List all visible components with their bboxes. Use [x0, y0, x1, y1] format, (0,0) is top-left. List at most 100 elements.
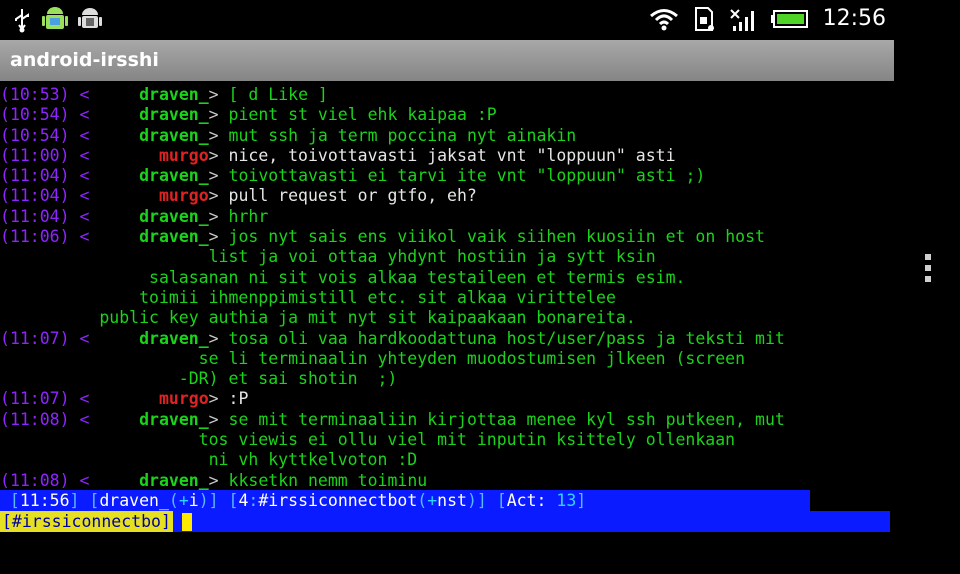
nick: draven_: [139, 105, 209, 125]
timestamp-open: (: [0, 328, 10, 348]
notification-icons: [12, 6, 102, 34]
nick-open: <: [69, 105, 110, 125]
nick-close: >: [208, 227, 229, 247]
chat-line: (10:54) < draven_> pient st viel ehk kai…: [0, 105, 894, 125]
nick-open: <: [69, 186, 110, 206]
nick-close: >: [208, 328, 229, 348]
chat-line: ni vh kyttkelvoton :D: [0, 450, 894, 470]
nick: draven_: [139, 85, 209, 104]
nick-pad: [109, 105, 139, 124]
chat-line: -DR) et sai shotin ;): [0, 369, 894, 389]
nick-pad: [109, 146, 159, 165]
nick-close: >: [208, 85, 229, 104]
timestamp: 10:54: [9, 105, 60, 125]
message-text: mut ssh ja term poccina nyt ainakin: [228, 125, 577, 145]
timestamp-close: ): [59, 186, 70, 206]
nick: murgo: [158, 389, 209, 409]
nick-close: >: [208, 409, 229, 429]
timestamp: 11:07: [9, 328, 60, 348]
nick: murgo: [158, 186, 209, 206]
chat-line: toimii ihmenppimistill etc. sit alkaa vi…: [0, 288, 894, 308]
nick: draven_: [139, 409, 209, 429]
chat-line: (11:04) < draven_> toivottavasti ei tarv…: [0, 166, 894, 186]
status-act-label: Act:: [506, 491, 547, 510]
nick-close: >: [208, 186, 229, 206]
signal-icon: [729, 9, 754, 31]
nick-pad: [109, 410, 139, 429]
timestamp: 11:04: [9, 206, 60, 226]
timestamp-close: ): [59, 389, 70, 409]
message-text: pull request or gtfo, eh?: [228, 186, 477, 206]
nick-close: >: [208, 145, 229, 165]
chat-line: public key authia ja mit nyt sit kaipaak…: [0, 308, 894, 328]
timestamp-close: ): [59, 328, 70, 348]
status-window-num: 4: [238, 491, 249, 510]
nick-pad: [109, 227, 139, 246]
chat-line: (11:08) < draven_> se mit terminaaliin k…: [0, 410, 894, 430]
usb-icon: [15, 9, 29, 33]
message-text: pient st viel ehk kaipaa :P: [228, 105, 497, 125]
android-icon: [78, 8, 102, 28]
timestamp-open: (: [0, 145, 10, 165]
timestamp-open: (: [0, 206, 10, 226]
timestamp-open: (: [0, 166, 10, 186]
chat-line: (11:07) < murgo> :P: [0, 389, 894, 409]
android-debug-icon: [42, 7, 68, 29]
app-title-bar: android-irsshi: [0, 40, 894, 81]
message-text: jos nyt sais ens viikol vaik siihen kuos…: [228, 227, 765, 247]
nick: draven_: [139, 328, 209, 348]
chat-line: (10:54) < draven_> mut ssh ja term pocci…: [0, 126, 894, 146]
message-text: [ d Like ]: [228, 85, 328, 104]
nick-pad: [109, 126, 139, 145]
timestamp-close: ): [59, 470, 70, 490]
message-continuation: ni vh kyttkelvoton :D: [0, 450, 418, 470]
timestamp: 11:04: [9, 186, 60, 206]
nick-open: <: [69, 409, 110, 429]
nick: draven_: [139, 470, 209, 490]
chat-line: list ja voi ottaa yhdynt hostiin ja sytt…: [0, 247, 894, 267]
nick-close: >: [208, 166, 229, 186]
battery-icon: [770, 10, 808, 28]
timestamp-open: (: [0, 186, 10, 206]
timestamp: 10:54: [9, 125, 60, 145]
input-line[interactable]: [#irssiconnectbo]: [0, 511, 890, 532]
nick-open: <: [69, 470, 110, 490]
timestamp-close: ): [59, 409, 70, 429]
status-mode-sign: +: [178, 491, 189, 510]
nick-pad: [109, 85, 139, 104]
chat-line: (10:53) < draven_> [ d Like ]: [0, 85, 894, 105]
message-continuation: salasanan ni sit vois alkaa testaileen e…: [0, 267, 686, 287]
nick-close: >: [208, 105, 229, 125]
chat-line: (11:08) < draven_> kksetkn nemm toiminu: [0, 471, 894, 491]
message-text: hrhr: [228, 206, 269, 226]
timestamp-open: (: [0, 125, 10, 145]
timestamp-open: (: [0, 409, 10, 429]
timestamp-open: (: [0, 227, 10, 247]
timestamp: 11:08: [9, 470, 60, 490]
chat-line: (11:00) < murgo> nice, toivottavasti jak…: [0, 146, 894, 166]
nick-open: <: [69, 145, 110, 165]
message-text: nice, toivottavasti jaksat vnt "loppuun"…: [228, 145, 676, 165]
nick: draven_: [139, 125, 209, 145]
overflow-menu-icon[interactable]: [923, 254, 933, 286]
message-continuation: -DR) et sai shotin ;): [0, 369, 398, 389]
timestamp-close: ): [59, 145, 70, 165]
timestamp: 11:06: [9, 227, 60, 247]
nick-pad: [109, 329, 139, 348]
status-act-value: 13: [556, 491, 577, 510]
nick-close: >: [208, 470, 229, 490]
system-status-bar: 12:56: [0, 0, 960, 38]
channel-prompt: [#irssiconnectbo]: [0, 511, 173, 532]
chat-line: tos viewis ei ollu viel mit inputin ksit…: [0, 430, 894, 450]
timestamp-close: ): [59, 105, 70, 125]
nick-open: <: [69, 206, 110, 226]
status-channel: #irssiconnectbot: [258, 491, 418, 510]
timestamp-close: ): [59, 227, 70, 247]
nick-open: <: [69, 227, 110, 247]
timestamp: 11:00: [9, 145, 60, 165]
text-cursor: [182, 513, 192, 531]
timestamp-close: ): [59, 85, 70, 104]
chat-log: (10:53) < draven_> [ d Like ] (10:54) < d…: [0, 85, 894, 491]
nick-pad: [109, 471, 139, 490]
chat-line: (11:06) < draven_> jos nyt sais ens viik…: [0, 227, 894, 247]
